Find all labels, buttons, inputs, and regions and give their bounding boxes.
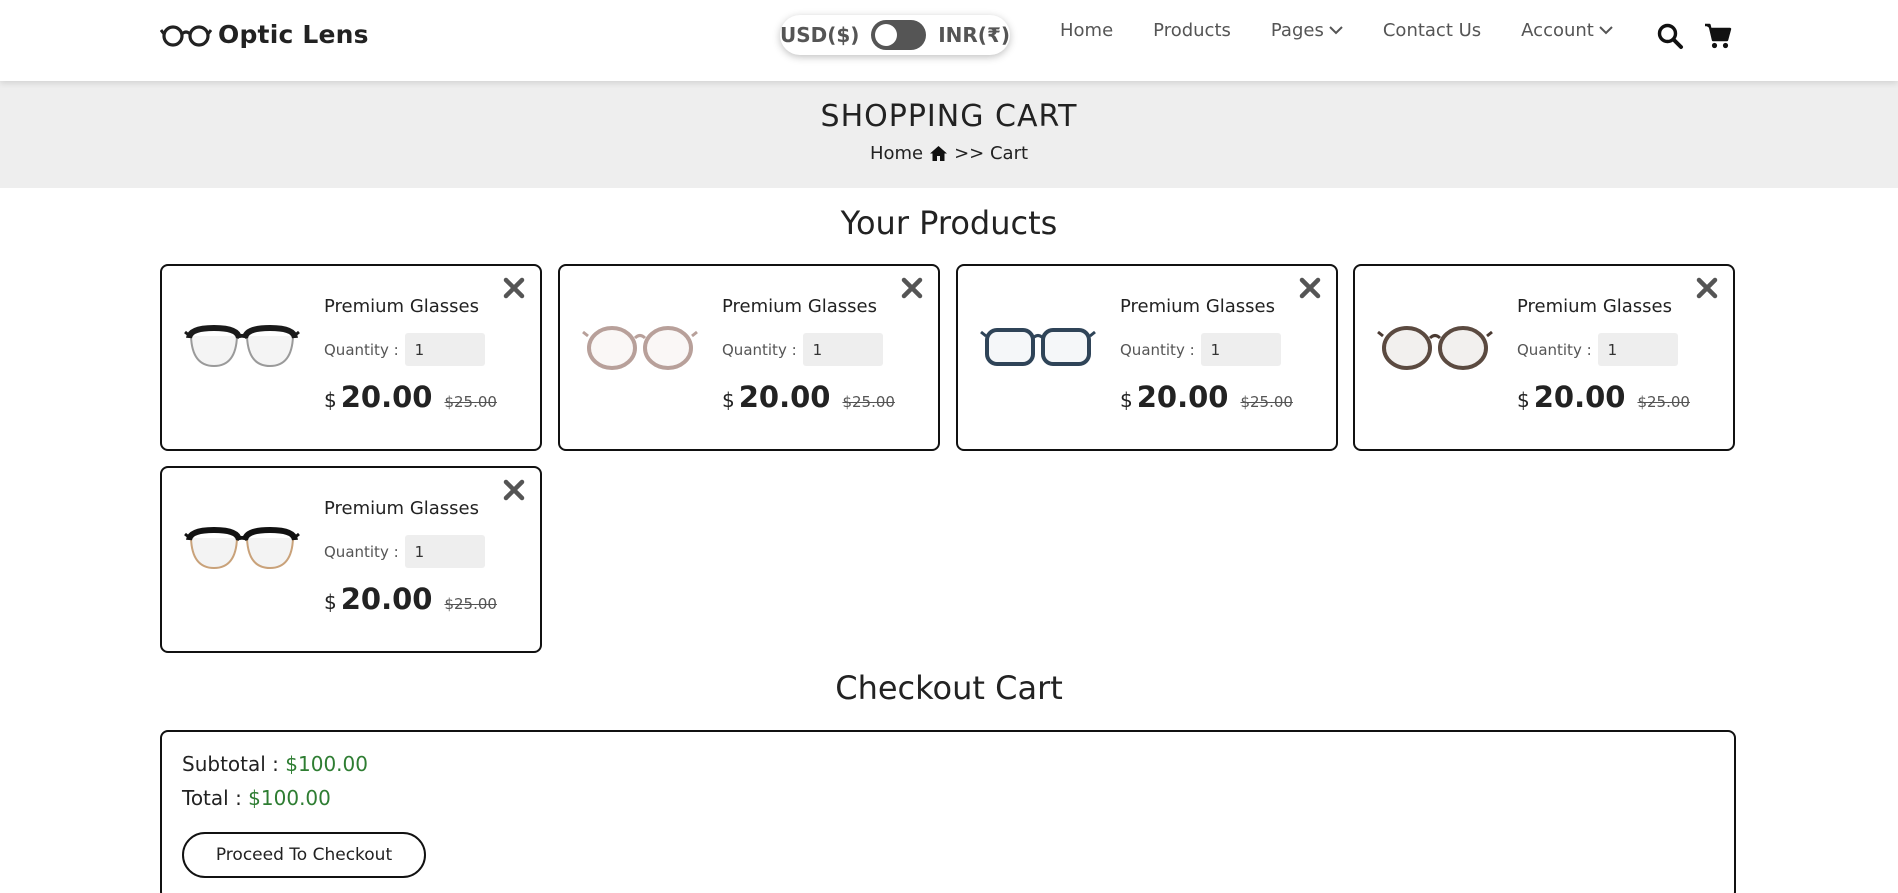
current-price: 20.00	[738, 380, 831, 414]
close-icon[interactable]	[1298, 276, 1322, 300]
close-icon[interactable]	[502, 478, 526, 502]
currency-inr-label: INR(₹)	[938, 23, 1010, 47]
quantity-label: Quantity :	[1517, 340, 1592, 359]
currency-symbol: $	[1120, 388, 1133, 412]
subtotal-line: Subtotal : $100.00	[182, 752, 368, 776]
product-name[interactable]: Premium Glasses	[722, 296, 877, 317]
product-card: Premium Glasses Quantity : $ 20.00 $25.0…	[558, 264, 940, 451]
nav-products[interactable]: Products	[1153, 20, 1231, 41]
original-price: $25.00	[842, 393, 895, 411]
price-row: $ 20.00 $25.00	[1120, 380, 1293, 414]
nav-icons	[1656, 22, 1732, 50]
current-price: 20.00	[1136, 380, 1229, 414]
product-card: Premium Glasses Quantity : $ 20.00 $25.0…	[160, 264, 542, 451]
quantity-row: Quantity :	[1120, 333, 1281, 366]
checkout-panel: Subtotal : $100.00 Total : $100.00 Proce…	[160, 730, 1736, 893]
currency-usd-label: USD($)	[780, 23, 860, 47]
chevron-down-icon	[1329, 26, 1343, 35]
quantity-label: Quantity :	[324, 340, 399, 359]
product-card: Premium Glasses Quantity : $ 20.00 $25.0…	[1353, 264, 1735, 451]
total-line: Total : $100.00	[182, 786, 331, 810]
currency-symbol: $	[1517, 388, 1530, 412]
product-name[interactable]: Premium Glasses	[1517, 296, 1672, 317]
product-card: Premium Glasses Quantity : $ 20.00 $25.0…	[956, 264, 1338, 451]
glasses-image[interactable]	[1377, 318, 1493, 374]
product-name[interactable]: Premium Glasses	[324, 498, 479, 519]
quantity-label: Quantity :	[722, 340, 797, 359]
navbar: Optic Lens USD($) INR(₹) Home Products P…	[0, 0, 1898, 81]
nav-pages-label: Pages	[1270, 20, 1324, 41]
quantity-label: Quantity :	[324, 542, 399, 561]
currency-switcher: USD($) INR(₹)	[780, 15, 1010, 55]
checkout-section-title: Checkout Cart	[835, 669, 1063, 707]
total-value: $100.00	[248, 786, 331, 810]
nav-products-label: Products	[1153, 20, 1231, 41]
quantity-label: Quantity :	[1120, 340, 1195, 359]
quantity-input[interactable]	[404, 535, 485, 568]
product-card: Premium Glasses Quantity : $ 20.00 $25.0…	[160, 466, 542, 653]
subtotal-value: $100.00	[285, 752, 368, 776]
price-row: $ 20.00 $25.00	[324, 380, 497, 414]
nav-pages[interactable]: Pages	[1271, 20, 1343, 41]
glasses-logo-icon	[160, 24, 212, 47]
original-price: $25.00	[1240, 393, 1293, 411]
quantity-input[interactable]	[404, 333, 485, 366]
quantity-input[interactable]	[1597, 333, 1678, 366]
nav-menu: Home Products Pages Contact Us Account	[1060, 20, 1613, 41]
close-icon[interactable]	[502, 276, 526, 300]
quantity-row: Quantity :	[324, 333, 485, 366]
brand-logo[interactable]: Optic Lens	[160, 20, 369, 49]
current-price: 20.00	[340, 380, 433, 414]
breadcrumb-home[interactable]: Home	[870, 143, 923, 164]
glasses-image[interactable]	[582, 318, 698, 374]
original-price: $25.00	[444, 595, 497, 613]
quantity-row: Quantity :	[1517, 333, 1678, 366]
breadcrumb: Home >> Cart	[0, 143, 1898, 164]
original-price: $25.00	[444, 393, 497, 411]
currency-symbol: $	[324, 590, 337, 614]
total-label: Total :	[182, 786, 242, 810]
toggle-knob	[875, 24, 898, 46]
subtotal-label: Subtotal :	[182, 752, 279, 776]
glasses-image[interactable]	[980, 318, 1096, 374]
close-icon[interactable]	[1695, 276, 1719, 300]
nav-contact[interactable]: Contact Us	[1383, 20, 1481, 41]
currency-symbol: $	[722, 388, 735, 412]
price-row: $ 20.00 $25.00	[1517, 380, 1690, 414]
nav-contact-label: Contact Us	[1382, 20, 1482, 41]
original-price: $25.00	[1637, 393, 1690, 411]
breadcrumb-current: >> Cart	[954, 143, 1029, 164]
product-name[interactable]: Premium Glasses	[1120, 296, 1275, 317]
current-price: 20.00	[340, 582, 433, 616]
nav-home-label: Home	[1060, 20, 1114, 41]
currency-toggle[interactable]	[871, 20, 927, 50]
glasses-image[interactable]	[184, 318, 300, 374]
chevron-down-icon	[1599, 26, 1613, 35]
quantity-input[interactable]	[802, 333, 883, 366]
nav-home[interactable]: Home	[1060, 20, 1113, 41]
quantity-row: Quantity :	[324, 535, 485, 568]
currency-symbol: $	[324, 388, 337, 412]
product-name[interactable]: Premium Glasses	[324, 296, 479, 317]
brand-name: Optic Lens	[218, 20, 369, 49]
glasses-image[interactable]	[184, 520, 300, 576]
products-section-title: Your Products	[840, 204, 1058, 242]
home-icon[interactable]	[929, 145, 948, 162]
proceed-to-checkout-button[interactable]: Proceed To Checkout	[182, 832, 426, 878]
close-icon[interactable]	[900, 276, 924, 300]
search-icon[interactable]	[1656, 22, 1684, 50]
price-row: $ 20.00 $25.00	[324, 582, 497, 616]
quantity-input[interactable]	[1200, 333, 1281, 366]
nav-account[interactable]: Account	[1521, 20, 1613, 41]
cart-icon[interactable]	[1704, 22, 1732, 50]
page-banner: SHOPPING CART Home >> Cart	[0, 81, 1898, 188]
price-row: $ 20.00 $25.00	[722, 380, 895, 414]
page-title: SHOPPING CART	[820, 99, 1078, 134]
current-price: 20.00	[1533, 380, 1626, 414]
quantity-row: Quantity :	[722, 333, 883, 366]
nav-account-label: Account	[1521, 20, 1594, 41]
